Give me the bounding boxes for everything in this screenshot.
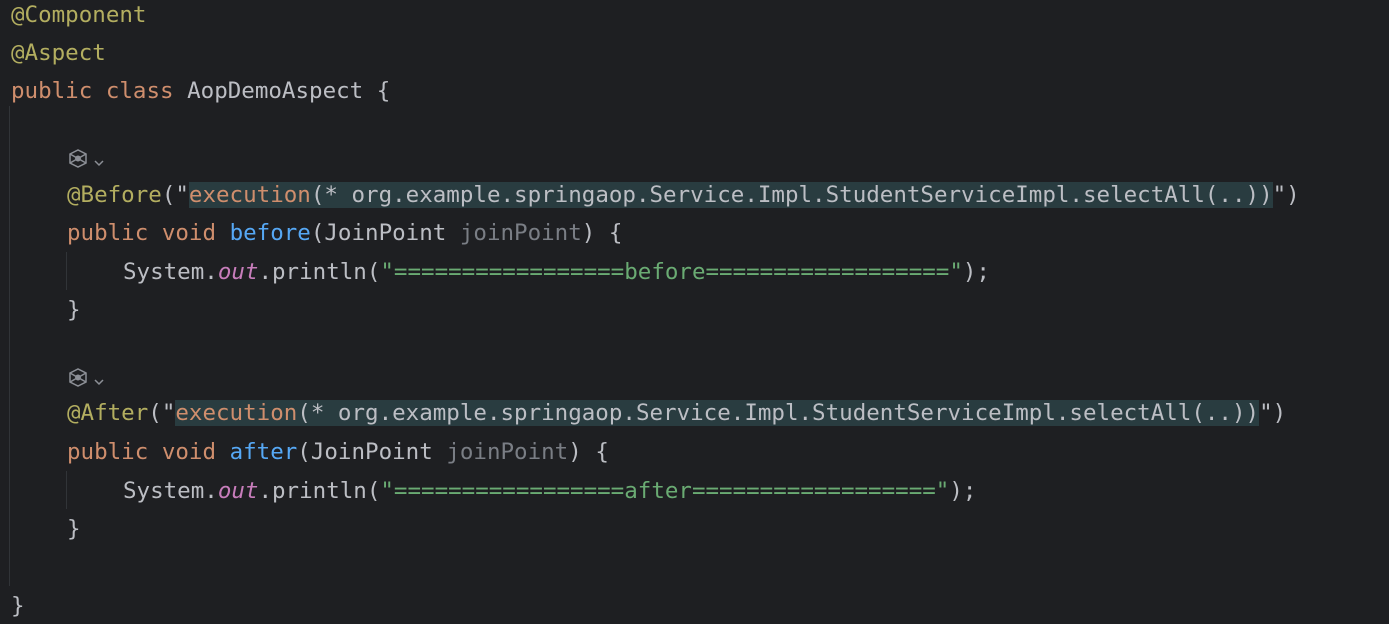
class-declaration: AopDemoAspect { bbox=[173, 78, 391, 104]
keyword-class: class bbox=[105, 78, 174, 104]
pointcut-keyword: execution bbox=[188, 182, 311, 208]
aspect-navigation-icon[interactable] bbox=[66, 148, 90, 176]
code-line-11: public void after(JoinPoint joinPoint) { bbox=[11, 433, 609, 471]
indent-guide bbox=[9, 106, 10, 586]
chevron-down-icon[interactable] bbox=[93, 368, 105, 394]
pointcut-body: (* org.example.springaop.Service.Impl.St… bbox=[297, 400, 1260, 426]
code-line-15: } bbox=[11, 587, 25, 624]
signature-start: (JoinPoint bbox=[310, 220, 460, 246]
statement-end: ); bbox=[962, 259, 990, 285]
class-closing-brace: } bbox=[11, 593, 25, 619]
annotation-before: @Before bbox=[67, 182, 162, 208]
code-line-1: @Component bbox=[11, 0, 146, 34]
pointcut-body: (* org.example.springaop.Service.Impl.St… bbox=[310, 182, 1273, 208]
code-editor[interactable]: @Component @Aspect public class AopDemoA… bbox=[0, 0, 1389, 624]
code-line-13: } bbox=[11, 510, 81, 548]
code-line-10: @After("execution(* org.example.springao… bbox=[11, 394, 1286, 432]
keyword-void: void bbox=[161, 439, 217, 465]
method-name-before: before bbox=[229, 220, 311, 246]
parameter-name: joinPoint bbox=[459, 220, 582, 246]
annotation-close: ") bbox=[1259, 400, 1287, 426]
closing-brace: } bbox=[67, 516, 81, 542]
system-prefix: System. bbox=[123, 259, 218, 285]
code-line-12: System.out.println("=================aft… bbox=[11, 472, 976, 510]
annotation-close: ") bbox=[1272, 182, 1300, 208]
pointcut-expression: execution(* org.example.springaop.Servic… bbox=[188, 182, 1273, 208]
chevron-down-icon[interactable] bbox=[93, 149, 105, 175]
code-line-5: @Before("execution(* org.example.springa… bbox=[11, 176, 1300, 214]
code-line-3: public class AopDemoAspect { bbox=[11, 72, 390, 110]
code-line-2: @Aspect bbox=[11, 34, 106, 72]
string-literal: "=================before================… bbox=[380, 259, 963, 285]
code-line-8: } bbox=[11, 291, 81, 329]
pointcut-expression: execution(* org.example.springaop.Servic… bbox=[175, 400, 1260, 426]
signature-end: ) { bbox=[581, 220, 623, 246]
static-field-out: out bbox=[217, 478, 259, 504]
code-line-7: System.out.println("=================bef… bbox=[11, 253, 990, 291]
annotation-open: (" bbox=[148, 400, 176, 426]
method-name-after: after bbox=[229, 439, 298, 465]
keyword-public: public bbox=[11, 78, 93, 104]
code-line-6: public void before(JoinPoint joinPoint) … bbox=[11, 214, 622, 252]
annotation-aspect: @Aspect bbox=[11, 40, 106, 66]
signature-end: ) { bbox=[568, 439, 609, 465]
signature-start: (JoinPoint bbox=[297, 439, 447, 465]
keyword-void: void bbox=[161, 220, 217, 246]
keyword-public: public bbox=[67, 220, 149, 246]
closing-brace: } bbox=[67, 297, 81, 323]
string-literal: "=================after=================… bbox=[380, 478, 950, 504]
aspect-gutter-marker[interactable] bbox=[66, 148, 110, 176]
annotation-after: @After bbox=[67, 400, 149, 426]
aspect-navigation-icon[interactable] bbox=[66, 367, 90, 395]
static-field-out: out bbox=[217, 259, 259, 285]
keyword-public: public bbox=[67, 439, 149, 465]
annotation-component: @Component bbox=[11, 2, 147, 28]
parameter-name: joinPoint bbox=[446, 439, 569, 465]
println-call: .println( bbox=[258, 259, 381, 285]
aspect-gutter-marker[interactable] bbox=[66, 367, 110, 395]
system-prefix: System. bbox=[123, 478, 218, 504]
annotation-open: (" bbox=[161, 182, 189, 208]
println-call: .println( bbox=[258, 478, 381, 504]
statement-end: ); bbox=[949, 478, 977, 504]
pointcut-keyword: execution bbox=[175, 400, 298, 426]
